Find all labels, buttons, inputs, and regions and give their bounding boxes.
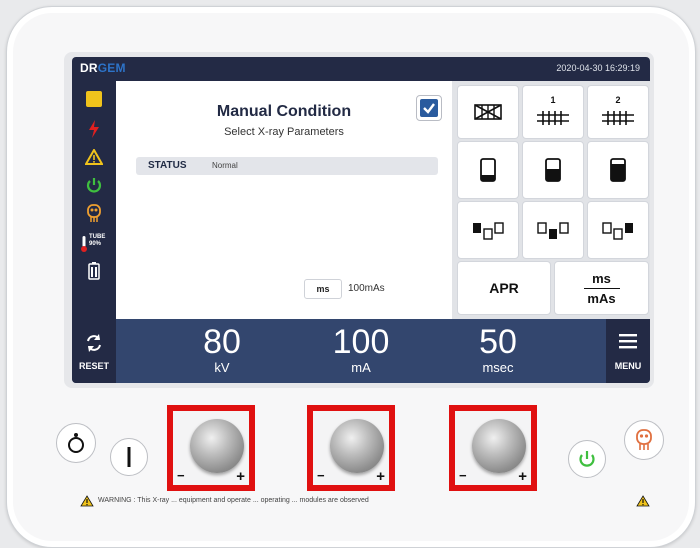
power-on-button[interactable] [110, 438, 148, 476]
warning-triangle-icon [84, 147, 104, 167]
mas-label: mAs [587, 290, 616, 306]
ma-knob-plus: + [376, 468, 385, 485]
tile-medium-patient[interactable] [522, 141, 584, 199]
reset-icon [87, 334, 101, 352]
warning-label: WARNING : This X-ray ... equipment and o… [80, 494, 650, 510]
checkmark-icon [420, 99, 438, 117]
tile-aec-left[interactable] [457, 201, 519, 259]
hamburger-menu-icon [619, 334, 637, 349]
warning-triangle-icon [80, 495, 94, 507]
no-grid-icon [474, 104, 502, 120]
kv-display[interactable]: 80 kV [162, 323, 282, 375]
warning-text: WARNING : This X-ray ... equipment and o… [98, 497, 369, 504]
standby-button[interactable] [56, 423, 96, 463]
menu-label: MENU [614, 361, 642, 371]
tile-thick-patient[interactable] [587, 141, 649, 199]
aec-right-icon [602, 222, 633, 240]
kv-unit: kV [214, 360, 230, 375]
touch-screen: DRGEM 2020-04-30 16:29:19 TUBE 90% Manua… [72, 57, 650, 383]
grid-2-icon: 2 [600, 95, 636, 129]
grid-1-icon: 1 [535, 95, 571, 129]
page-subtitle: Select X-ray Parameters [224, 126, 344, 138]
power-on-line-icon [127, 447, 131, 467]
ma-display[interactable]: 100 mA [301, 323, 421, 375]
logo-dr-text: DR [80, 61, 98, 75]
tile-grid-2[interactable]: 2 [587, 85, 649, 139]
tube-temperature: TUBE 90% [80, 233, 114, 255]
page-title: Manual Condition [216, 103, 352, 120]
kv-knob-highlight: − + [167, 405, 255, 491]
grid-2-label: 2 [615, 95, 621, 105]
xray-tube-icon [636, 429, 652, 450]
exposure-button[interactable] [624, 420, 664, 460]
datetime-display: 2020-04-30 16:29:19 [556, 63, 640, 73]
tile-aec-right[interactable] [587, 201, 649, 259]
tube-label: TUBE [89, 234, 106, 240]
menu-button[interactable]: MENU [606, 319, 650, 383]
aec-left-icon [473, 222, 504, 240]
tube-head-icon [84, 203, 104, 223]
ready-button[interactable] [568, 440, 606, 478]
ma-knob-minus: − [317, 468, 325, 483]
tile-grid-1[interactable]: 1 [522, 85, 584, 139]
status-label: STATUS [148, 160, 187, 171]
status-sidebar: TUBE 90% [72, 81, 116, 319]
ma-unit: mA [351, 360, 371, 375]
ma-value: 100 [332, 323, 390, 361]
reset-button[interactable]: RESET [72, 319, 116, 383]
confirm-checkbox[interactable] [416, 95, 442, 121]
tube-percent: 90% [89, 241, 102, 247]
ma-knob[interactable] [330, 419, 384, 473]
parameter-panel: Manual Condition Select X-ray Parameters… [116, 81, 452, 319]
thin-body-icon [480, 158, 496, 182]
exposure-parameter-bar: RESET 80 kV 100 mA 50 msec MENU [72, 319, 650, 383]
warning-triangle-icon [636, 495, 650, 507]
msec-unit: msec [482, 360, 514, 375]
msec-display[interactable]: 50 msec [438, 323, 558, 375]
msec-knob[interactable] [472, 419, 526, 473]
msec-knob-highlight: − + [449, 405, 537, 491]
lightning-icon [84, 119, 104, 139]
ready-power-icon [579, 451, 595, 467]
reset-label: RESET [78, 361, 109, 371]
yellow-square-icon [84, 89, 104, 109]
ms-mas-toggle-button[interactable]: ms mAs [554, 261, 649, 315]
standby-icon [68, 433, 84, 453]
status-row: STATUS Normal [136, 157, 438, 175]
kv-value: 80 [203, 323, 241, 361]
battery-icon [84, 261, 104, 281]
status-value: Normal [212, 161, 238, 170]
power-icon [84, 175, 104, 195]
apr-button[interactable]: APR [457, 261, 551, 315]
msec-knob-minus: − [459, 468, 467, 483]
mas-readout: 100mAs [348, 283, 385, 294]
grid-1-label: 1 [550, 95, 556, 105]
medium-body-icon [545, 158, 561, 182]
thick-body-icon [610, 158, 626, 182]
msec-value: 50 [479, 323, 517, 361]
fraction-divider [583, 287, 620, 289]
msec-knob-plus: + [518, 468, 527, 485]
ms-unit-chip[interactable]: ms [304, 279, 342, 299]
logo-gem-text: GEM [97, 61, 126, 75]
tile-aec-center[interactable] [522, 201, 584, 259]
ma-knob-highlight: − + [307, 405, 395, 491]
top-bar: DRGEM 2020-04-30 16:29:19 [72, 57, 650, 81]
ms-label: ms [592, 270, 611, 286]
tile-thin-patient[interactable] [457, 141, 519, 199]
kv-knob-minus: − [177, 468, 185, 483]
tile-no-grid[interactable] [457, 85, 519, 139]
brand-logo: DRGEM [80, 61, 126, 75]
kv-knob[interactable] [190, 419, 244, 473]
mode-tiles-panel: 1 2 APR ms mAs [452, 81, 650, 319]
thermometer-icon [81, 236, 87, 252]
aec-center-icon [537, 222, 569, 239]
kv-knob-plus: + [236, 468, 245, 485]
